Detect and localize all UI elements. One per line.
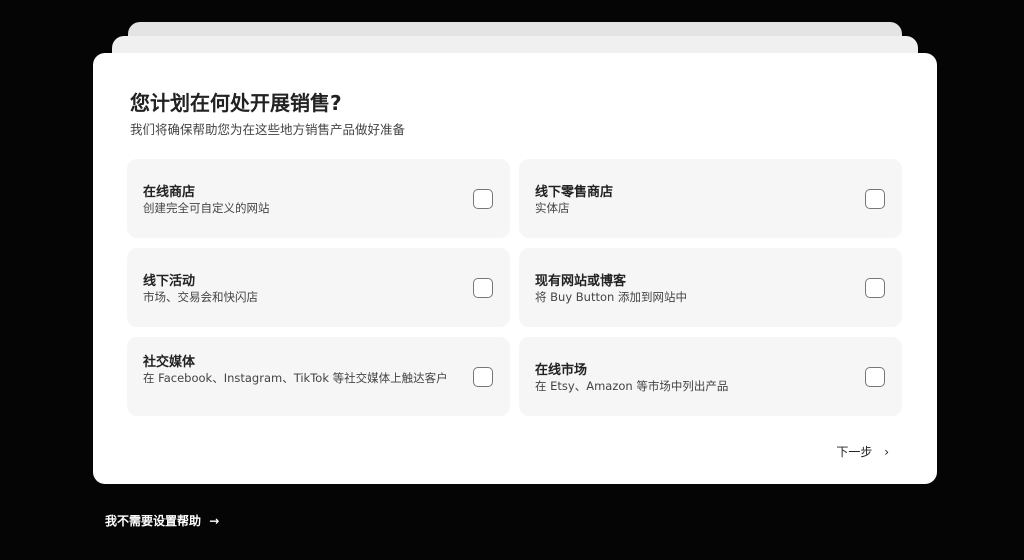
- option-desc: 在 Etsy、Amazon 等市场中列出产品: [535, 379, 729, 393]
- option-desc: 实体店: [535, 201, 570, 215]
- option-title: 现有网站或博客: [535, 274, 627, 289]
- option-desc: 在 Facebook、Instagram、TikTok 等社交媒体上触达客户: [143, 371, 448, 385]
- option-offline-events[interactable]: 线下活动 市场、交易会和快闪店: [127, 248, 510, 327]
- option-retail-store[interactable]: 线下零售商店 实体店: [519, 159, 902, 238]
- option-checkbox[interactable]: [865, 278, 885, 298]
- sales-channel-dialog: 您计划在何处开展销售? 我们将确保帮助您为在这些地方销售产品做好准备 在线商店 …: [93, 53, 937, 484]
- skip-setup-link[interactable]: 我不需要设置帮助 →: [105, 512, 219, 529]
- option-checkbox[interactable]: [865, 189, 885, 209]
- option-checkbox[interactable]: [865, 367, 885, 387]
- option-social-media[interactable]: 社交媒体 在 Facebook、Instagram、TikTok 等社交媒体上触…: [127, 337, 510, 416]
- option-desc: 创建完全可自定义的网站: [143, 201, 270, 215]
- option-title: 在线市场: [535, 363, 588, 378]
- option-online-store[interactable]: 在线商店 创建完全可自定义的网站: [127, 159, 510, 238]
- page-title: 您计划在何处开展销售?: [130, 91, 342, 115]
- option-title: 线下零售商店: [535, 185, 614, 200]
- page-subtitle: 我们将确保帮助您为在这些地方销售产品做好准备: [130, 122, 406, 137]
- option-checkbox[interactable]: [473, 367, 493, 387]
- option-title: 线下活动: [143, 274, 196, 289]
- arrow-right-icon: →: [209, 514, 220, 528]
- chevron-right-icon: ›: [884, 445, 889, 459]
- option-desc: 市场、交易会和快闪店: [143, 290, 258, 304]
- skip-setup-label: 我不需要设置帮助: [105, 514, 202, 528]
- option-desc: 将 Buy Button 添加到网站中: [535, 290, 687, 304]
- next-step-label: 下一步: [836, 445, 873, 459]
- option-existing-website[interactable]: 现有网站或博客 将 Buy Button 添加到网站中: [519, 248, 902, 327]
- option-online-marketplace[interactable]: 在线市场 在 Etsy、Amazon 等市场中列出产品: [519, 337, 902, 416]
- option-title: 社交媒体: [143, 355, 196, 370]
- option-checkbox[interactable]: [473, 278, 493, 298]
- next-step-button[interactable]: 下一步 ›: [836, 443, 889, 460]
- option-title: 在线商店: [143, 185, 196, 200]
- option-checkbox[interactable]: [473, 189, 493, 209]
